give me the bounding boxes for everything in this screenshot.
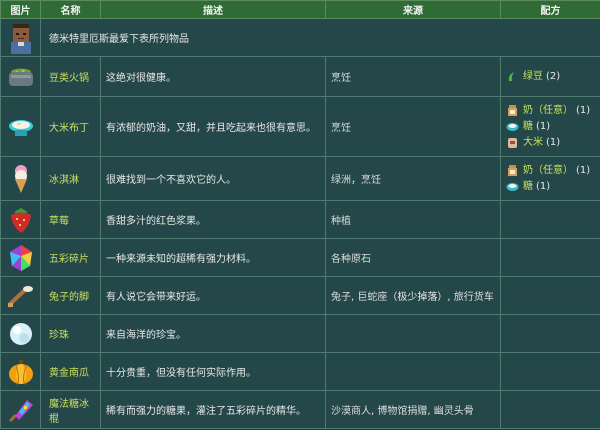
- source-link-museum[interactable]: 博物馆捐赠: [377, 406, 427, 417]
- item-source: [325, 314, 501, 353]
- item-name[interactable]: 冰淇淋: [40, 156, 101, 201]
- ingredient: 糖 (1): [506, 119, 595, 135]
- golden-pumpkin-icon: [4, 355, 38, 389]
- intro-text: 德米特里厄斯最爱下表所列物品: [40, 18, 600, 57]
- source-link-traveling-cart[interactable]: 旅行货车: [454, 292, 494, 303]
- recipe-cell: [500, 352, 600, 391]
- ingredient: 大米 (1): [506, 135, 595, 151]
- recipe-cell: [500, 314, 600, 353]
- table-row: 豆类火锅 这绝对很健康。 烹饪 绿豆 (2): [0, 56, 600, 97]
- table-row: 五彩碎片 一种来源未知的超稀有强力材料。 各种原石: [0, 238, 600, 277]
- magic-rock-candy-icon: [4, 393, 38, 427]
- milk-icon: [506, 164, 519, 177]
- pearl-icon: [4, 317, 38, 351]
- recipe-cell: [500, 200, 600, 239]
- item-name[interactable]: 黄金南瓜: [40, 352, 101, 391]
- item-name[interactable]: 大米布丁: [40, 96, 101, 157]
- ice-cream-icon: [4, 162, 38, 196]
- demetrius-portrait-icon: [4, 21, 38, 55]
- source-link-cooking[interactable]: 烹饪: [361, 175, 381, 186]
- item-description: 十分贵重，但没有任何实际作用。: [100, 352, 326, 391]
- source-link-desert-trader[interactable]: 沙漠商人: [331, 406, 371, 417]
- item-source: [325, 352, 501, 391]
- ingredient-count: (2): [546, 70, 561, 82]
- source-link-cooking[interactable]: 烹饪: [331, 123, 351, 134]
- item-source: 各种原石: [325, 238, 501, 277]
- source-link-rabbit[interactable]: 兔子: [331, 292, 351, 303]
- item-description: 这绝对很健康。: [100, 56, 326, 97]
- source-link-cooking[interactable]: 烹饪: [331, 73, 351, 84]
- prismatic-shard-icon: [4, 241, 38, 275]
- table-row: 大米布丁 有浓郁的奶油，又甜，并且吃起来也很有意思。 烹饪 奶（任意） (1) …: [0, 96, 600, 157]
- ingredient-count: (1): [576, 164, 591, 176]
- ingredient-count: (1): [536, 180, 551, 192]
- item-name[interactable]: 草莓: [40, 200, 101, 239]
- ingredient: 奶（任意） (1): [506, 103, 595, 119]
- header-recipe: 配方: [500, 0, 600, 19]
- item-name[interactable]: 兔子的脚: [40, 276, 101, 315]
- ingredient-label[interactable]: 糖: [523, 179, 533, 195]
- ingredient-label[interactable]: 糖: [523, 119, 533, 135]
- item-name[interactable]: 五彩碎片: [40, 238, 101, 277]
- item-description: 一种来源未知的超稀有强力材料。: [100, 238, 326, 277]
- ingredient-count: (1): [546, 136, 561, 148]
- rice-pudding-icon: [4, 110, 38, 144]
- sugar-icon: [506, 180, 519, 193]
- source-link-oasis[interactable]: 绿洲: [331, 175, 351, 186]
- item-name[interactable]: 魔法糖冰棍: [40, 390, 101, 429]
- recipe-cell: 奶（任意） (1) 糖 (1): [500, 156, 600, 201]
- item-name[interactable]: 珍珠: [40, 314, 101, 353]
- milk-icon: [506, 104, 519, 117]
- item-description: 有人说它会带来好运。: [100, 276, 326, 315]
- ingredient-label[interactable]: 奶（任意）: [523, 163, 573, 179]
- ingredient-label[interactable]: 绿豆: [523, 69, 543, 85]
- recipe-cell: 绿豆 (2): [500, 56, 600, 97]
- intro-row: 德米特里厄斯最爱下表所列物品: [0, 18, 600, 57]
- source-note: （极少掉落）: [387, 292, 448, 303]
- ingredient-count: (1): [576, 104, 591, 116]
- bean-hotpot-icon: [4, 60, 38, 94]
- item-description: 很难找到一个不喜欢它的人。: [100, 156, 326, 201]
- item-description: 有浓郁的奶油，又甜，并且吃起来也很有意思。: [100, 96, 326, 157]
- recipe-cell: [500, 390, 600, 429]
- table-row: 珍珠 来自海洋的珍宝。: [0, 314, 600, 353]
- table-row: 魔法糖冰棍 稀有而强力的糖果，灌注了五彩碎片的精华。 沙漠商人, 博物馆捐赠, …: [0, 390, 600, 429]
- strawberry-icon: [4, 203, 38, 237]
- table-row: 黄金南瓜 十分贵重，但没有任何实际作用。: [0, 352, 600, 391]
- gift-table: 图片 名称 描述 来源 配方 德米特里厄斯最爱下表所列物品 豆类火锅 这绝对很健…: [0, 0, 600, 429]
- header-image: 图片: [0, 0, 41, 19]
- header-row: 图片 名称 描述 来源 配方: [0, 0, 600, 19]
- rice-icon: [506, 136, 519, 149]
- header-source: 来源: [325, 0, 501, 19]
- intro-avatar-cell: [0, 18, 41, 57]
- ingredient-count: (1): [536, 120, 551, 132]
- sugar-icon: [506, 120, 519, 133]
- rabbit-foot-icon: [4, 279, 38, 313]
- ingredient: 奶（任意） (1): [506, 163, 595, 179]
- item-description: 香甜多汁的红色浆果。: [100, 200, 326, 239]
- source-link-haunted-skull[interactable]: 幽灵头骨: [434, 406, 474, 417]
- table-row: 兔子的脚 有人说它会带来好运。 兔子, 巨蛇座（极少掉落）, 旅行货车: [0, 276, 600, 315]
- header-description: 描述: [100, 0, 326, 19]
- ingredient: 绿豆 (2): [506, 69, 595, 85]
- recipe-cell: [500, 238, 600, 277]
- header-name: 名称: [40, 0, 101, 19]
- source-link-serpent[interactable]: 巨蛇座: [357, 292, 387, 303]
- recipe-cell: [500, 276, 600, 315]
- item-name[interactable]: 豆类火锅: [40, 56, 101, 97]
- item-description: 稀有而强力的糖果，灌注了五彩碎片的精华。: [100, 390, 326, 429]
- table-row: 草莓 香甜多汁的红色浆果。 种植: [0, 200, 600, 239]
- source-link-farming[interactable]: 种植: [331, 216, 351, 227]
- item-description: 来自海洋的珍宝。: [100, 314, 326, 353]
- recipe-cell: 奶（任意） (1) 糖 (1) 大米 (1): [500, 96, 600, 157]
- table-row: 冰淇淋 很难找到一个不喜欢它的人。 绿洲，烹饪 奶（任意） (1) 糖 (1): [0, 156, 600, 201]
- ingredient-label[interactable]: 奶（任意）: [523, 103, 573, 119]
- ingredient: 糖 (1): [506, 179, 595, 195]
- ingredient-label[interactable]: 大米: [523, 135, 543, 151]
- green-bean-icon: [506, 70, 519, 83]
